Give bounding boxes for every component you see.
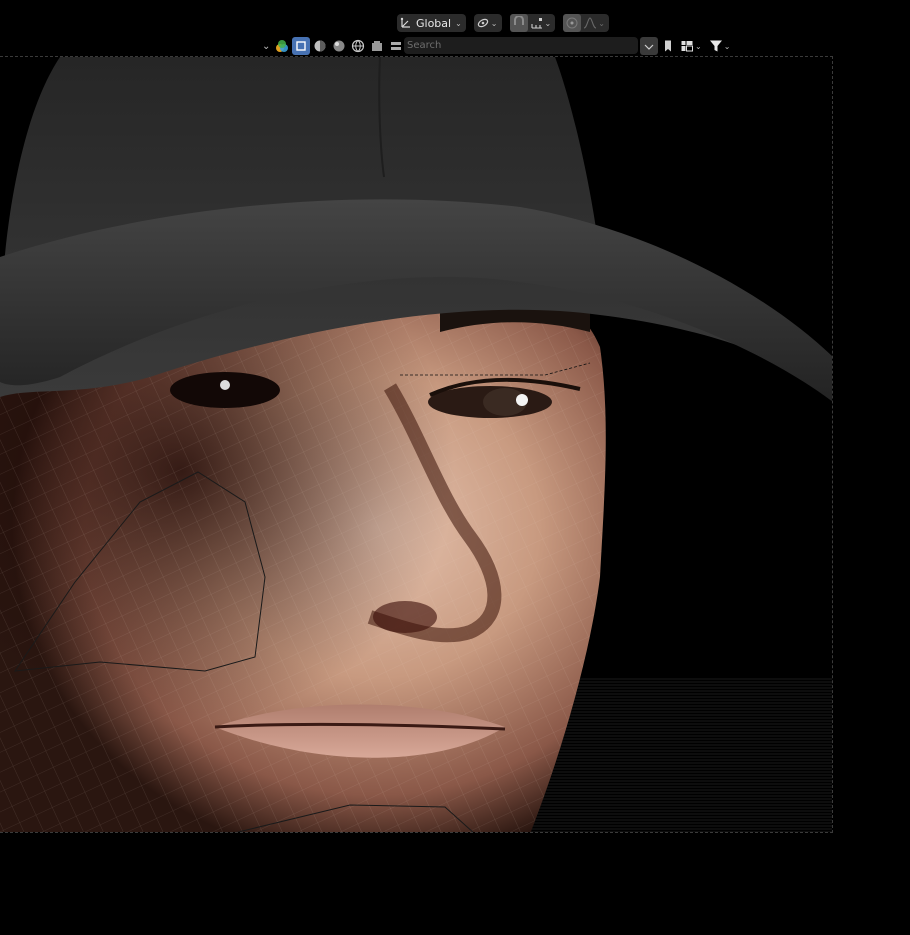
- sort-icon: [644, 44, 654, 50]
- chevron-down-icon: ⌄: [490, 18, 498, 28]
- filter-dropdown[interactable]: ⌄: [707, 37, 735, 55]
- material-shading-button[interactable]: [330, 37, 348, 55]
- bookmark-icon: [665, 40, 671, 52]
- falloff-dropdown[interactable]: ⌄: [581, 14, 609, 32]
- rendered-shading-button[interactable]: [349, 37, 367, 55]
- bookmark-button[interactable]: [659, 37, 677, 55]
- object-mode-button[interactable]: [292, 37, 311, 55]
- chevron-down-icon: ⌄: [695, 41, 702, 51]
- 3d-viewport[interactable]: [0, 56, 833, 833]
- scene-icon: [372, 41, 383, 51]
- view-layout-dropdown[interactable]: ⌄: [678, 37, 706, 55]
- proportional-edit-group: ⌄: [563, 14, 609, 32]
- view-layout-icon: [681, 41, 693, 52]
- rendered-shading-icon: [352, 39, 365, 53]
- transform-header: Global ⌄ ⌄ ⌄ ⌄: [397, 14, 609, 32]
- solid-shading-button[interactable]: [311, 37, 329, 55]
- chevron-down-icon: ⌄: [723, 41, 731, 51]
- material-shading-icon: [333, 40, 345, 52]
- collapse-chevron-icon[interactable]: ⌄: [260, 41, 272, 52]
- render-layer-icon: [391, 42, 402, 50]
- search-input[interactable]: [404, 40, 607, 51]
- pivot-point-icon: [477, 18, 488, 28]
- display-mode-button[interactable]: [273, 37, 291, 55]
- snap-target-dropdown[interactable]: ⌄: [528, 14, 556, 32]
- falloff-curve-icon: [584, 17, 597, 29]
- transform-orientation-icon: [400, 17, 410, 28]
- outliner-search-field[interactable]: [404, 37, 638, 54]
- sort-button[interactable]: [640, 37, 658, 55]
- proportional-edit-toggle[interactable]: [563, 14, 582, 32]
- orientation-label: Global: [416, 16, 452, 30]
- display-mode-icon: [276, 40, 289, 52]
- pivot-dropdown[interactable]: ⌄: [473, 14, 502, 32]
- filter-funnel-icon: [709, 40, 722, 52]
- chevron-down-icon: ⌄: [544, 18, 552, 28]
- snap-increment-icon: [530, 18, 542, 29]
- rendered-face-scene: [0, 57, 832, 832]
- snap-magnet-icon: [513, 16, 524, 25]
- chevron-down-icon: ⌄: [598, 18, 605, 28]
- outliner-right-tools: ⌄ ⌄: [640, 37, 734, 55]
- snap-group: ⌄: [509, 14, 556, 32]
- render-layer-button[interactable]: [387, 37, 405, 55]
- scene-button[interactable]: [368, 37, 386, 55]
- solid-shading-icon: [314, 40, 326, 52]
- chevron-down-icon: ⌄: [455, 18, 462, 28]
- proportional-edit-icon: [566, 17, 578, 29]
- snap-toggle[interactable]: [509, 14, 528, 32]
- object-mode-icon: [296, 41, 307, 51]
- orientation-dropdown[interactable]: Global ⌄: [397, 14, 466, 32]
